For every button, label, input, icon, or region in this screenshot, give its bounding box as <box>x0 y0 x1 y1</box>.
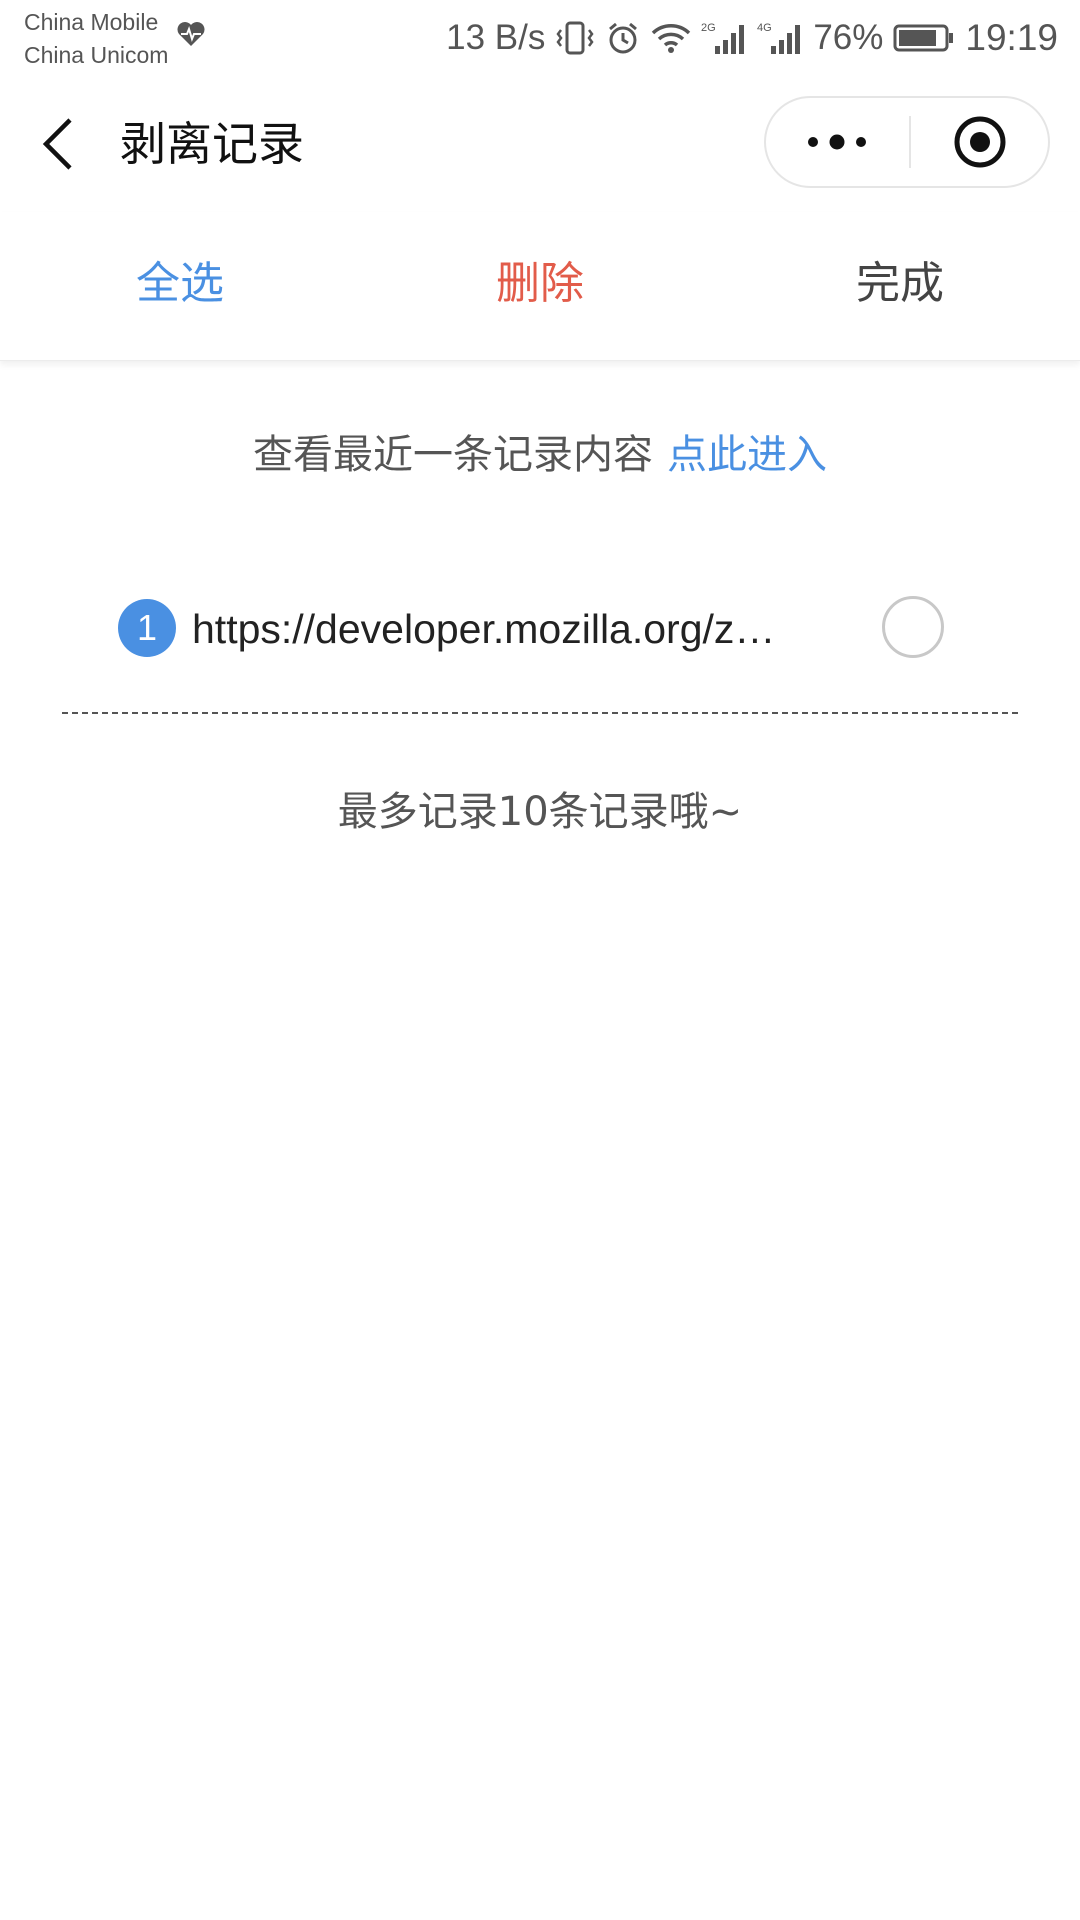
app-page: China Mobile China Unicom 13 B/s 2G 4G 7… <box>0 0 1080 1920</box>
heart-rate-icon <box>177 22 205 46</box>
net-speed: 13 B/s <box>446 18 546 57</box>
signal-4g-icon: 4G <box>757 22 801 54</box>
record-url[interactable]: https://developer.mozilla.org/zh-… <box>192 596 792 662</box>
done-button[interactable]: 完成 <box>800 252 1000 316</box>
status-bar: China Mobile China Unicom 13 B/s 2G 4G 7… <box>0 0 1080 76</box>
battery-icon <box>893 24 954 52</box>
status-indicators: 13 B/s 2G 4G 76% 19:19 <box>446 14 1058 62</box>
back-button[interactable] <box>34 112 84 176</box>
battery-percent: 76% <box>813 18 884 57</box>
close-button[interactable] <box>912 98 1048 186</box>
recent-record-prompt: 查看最近一条记录内容 点此进入 <box>0 425 1080 485</box>
nav-bar: 剥离记录 <box>0 76 1080 212</box>
alarm-icon <box>609 22 638 54</box>
recent-record-text: 查看最近一条记录内容 <box>253 432 653 478</box>
back-arrow-icon <box>42 118 72 170</box>
record-index-badge: 1 <box>118 599 176 657</box>
more-dots-icon <box>808 134 866 150</box>
page-title: 剥离记录 <box>120 117 304 171</box>
carrier-2-label: China Unicom <box>24 42 169 68</box>
record-select-checkbox[interactable] <box>882 596 944 658</box>
vibrate-icon <box>556 21 594 55</box>
more-button[interactable] <box>766 98 908 186</box>
close-target-icon <box>954 116 1006 168</box>
carrier-info: China Mobile China Unicom <box>24 6 168 72</box>
record-row[interactable]: 1 https://developer.mozilla.org/zh-… <box>118 596 948 662</box>
select-all-button[interactable]: 全选 <box>80 252 280 316</box>
network-2-label: 4G <box>757 22 772 34</box>
wifi-icon <box>652 24 691 53</box>
action-toolbar: 全选 删除 完成 <box>0 212 1080 361</box>
capsule-divider <box>909 116 911 168</box>
clock: 19:19 <box>965 17 1058 58</box>
mini-program-capsule <box>764 96 1050 188</box>
dashed-divider <box>62 712 1018 714</box>
enter-link[interactable]: 点此进入 <box>667 432 827 478</box>
signal-2g-icon: 2G <box>701 22 745 54</box>
record-limit-note: 最多记录10条记录哦~ <box>337 789 743 835</box>
network-1-label: 2G <box>701 22 716 34</box>
carrier-1-label: China Mobile <box>24 9 159 35</box>
delete-button[interactable]: 删除 <box>440 252 640 316</box>
